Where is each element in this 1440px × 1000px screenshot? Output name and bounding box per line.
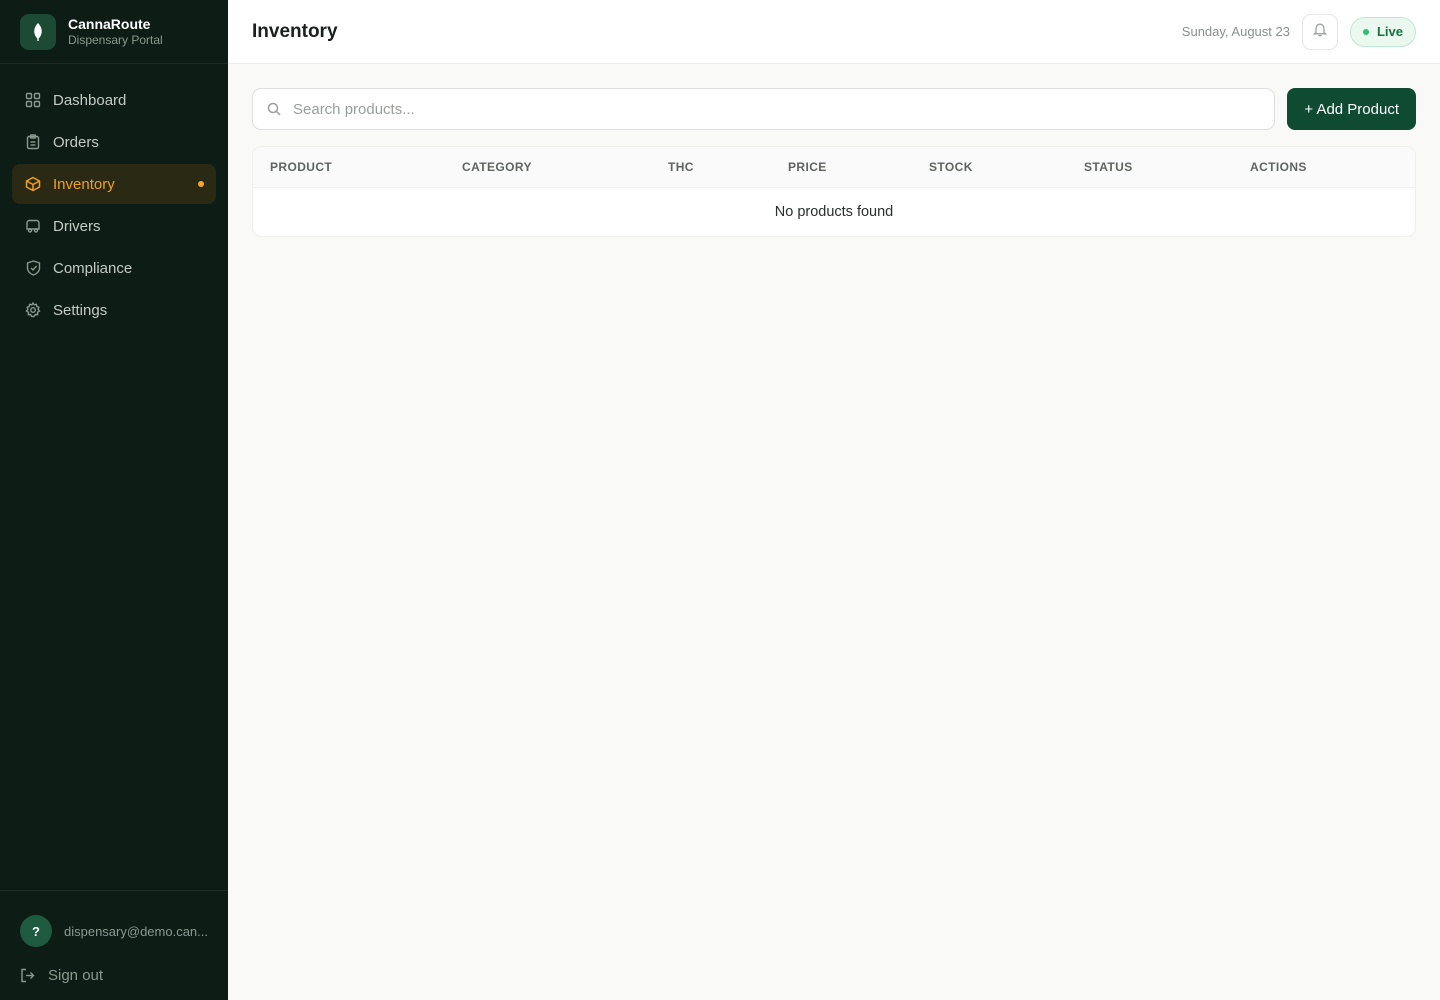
sidebar-item-label: Drivers [53,217,101,235]
sidebar-item-orders[interactable]: Orders [12,122,216,162]
column-header-product[interactable]: PRODUCT [270,160,332,174]
table-header: PRODUCT CATEGORY THC PRICE STOCK STATUS … [253,147,1415,188]
avatar: ? [20,915,52,947]
live-label: Live [1376,24,1403,39]
notifications-button[interactable] [1301,13,1338,50]
sidebar-item-drivers[interactable]: Drivers [12,206,216,246]
main-content: + Add Product PRODUCT CATEGORY THC PRICE… [252,88,1416,237]
search-icon [267,102,281,116]
column-header-category[interactable]: CATEGORY [462,160,532,174]
gear-icon [24,301,42,319]
active-indicator-dot [198,181,204,187]
sign-out-label: Sign out [48,967,104,984]
sidebar-footer: ? dispensary@demo.can... Sign out [0,890,228,1000]
column-header-actions: ACTIONS [1250,160,1307,174]
products-table: PRODUCT CATEGORY THC PRICE STOCK STATUS … [252,146,1416,237]
grid-icon [24,91,42,109]
sidebar-nav: Dashboard Orders Inventory Drivers Compl… [0,64,228,330]
leaf-logo-icon [20,13,56,50]
sidebar-item-label: Orders [53,133,99,151]
inventory-toolbar: + Add Product [252,88,1416,130]
brand: CannaRoute Dispensary Portal [0,0,228,64]
add-product-button[interactable]: + Add Product [1287,88,1416,130]
search-input[interactable] [293,100,1261,118]
car-icon [24,217,42,235]
brand-subtitle: Dispensary Portal [68,32,163,47]
page-title: Inventory [252,20,338,42]
box-icon [24,175,42,193]
sidebar-item-label: Compliance [53,259,133,277]
column-header-stock[interactable]: STOCK [929,160,973,174]
sign-out-button[interactable]: Sign out [20,967,208,984]
search-box[interactable] [252,88,1276,130]
sidebar-item-dashboard[interactable]: Dashboard [12,80,216,120]
top-header: Inventory Sunday, August 23 Live [228,0,1440,64]
shield-icon [24,259,42,277]
sidebar-item-settings[interactable]: Settings [12,290,216,330]
empty-state-message: No products found [774,204,894,220]
column-header-price[interactable]: PRICE [788,160,827,174]
sidebar-item-label: Settings [53,301,108,319]
current-date: Sunday, August 23 [1181,24,1290,39]
user-email: dispensary@demo.can... [64,923,208,939]
live-status-badge: Live [1349,16,1416,47]
user-profile[interactable]: ? dispensary@demo.can... [20,915,208,947]
sign-out-icon [20,968,36,984]
clipboard-icon [24,133,42,151]
sidebar-item-label: Dashboard [53,91,127,109]
sidebar: CannaRoute Dispensary Portal Dashboard O… [0,0,228,1000]
sidebar-item-compliance[interactable]: Compliance [12,248,216,288]
sidebar-item-inventory[interactable]: Inventory [12,164,216,204]
bell-icon [1312,22,1328,42]
live-dot [1362,28,1369,35]
column-header-status[interactable]: STATUS [1084,160,1133,174]
brand-name: CannaRoute [68,15,151,32]
column-header-thc[interactable]: THC [668,160,694,174]
sidebar-item-label: Inventory [53,175,115,193]
